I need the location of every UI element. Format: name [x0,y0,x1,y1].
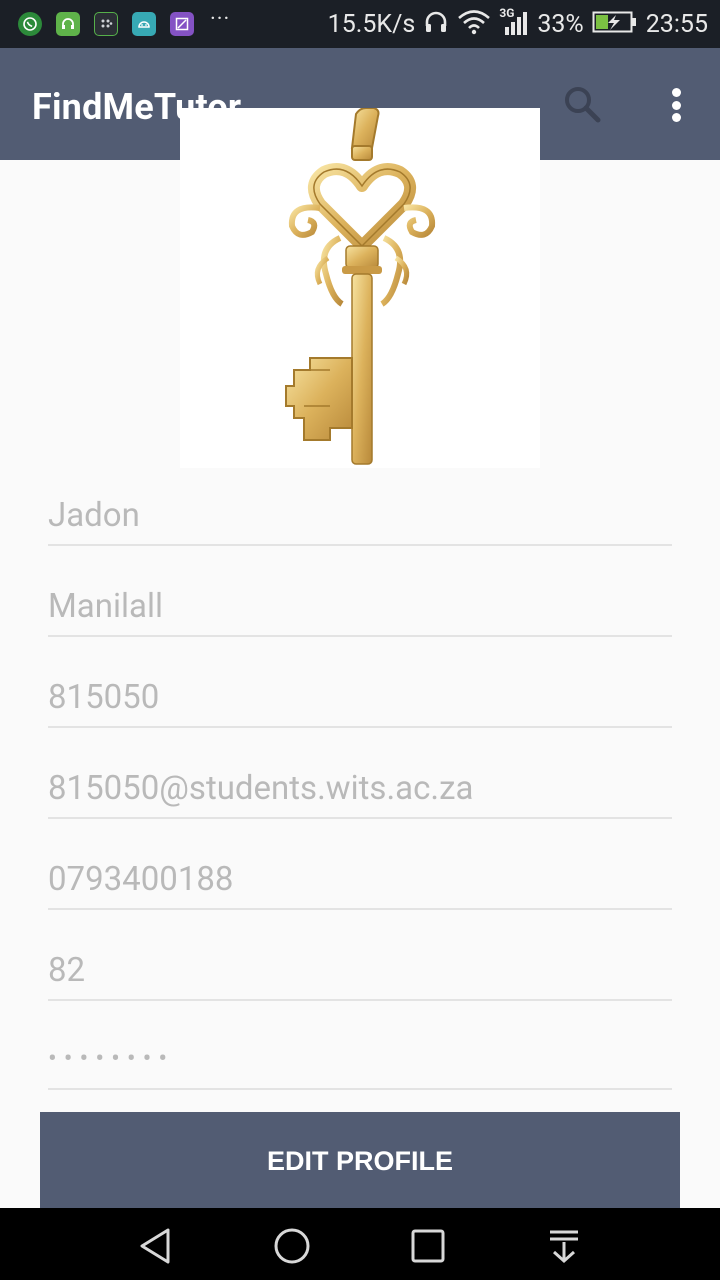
navigation-bar [0,1208,720,1280]
overflow-menu-icon[interactable] [662,84,690,126]
last-name-field[interactable]: Manilall [48,577,672,637]
email-field[interactable]: 815050@students.wits.ac.za [48,759,672,819]
profile-image[interactable] [180,107,540,468]
password-field[interactable]: •••••••• [48,1030,672,1090]
android-app-icon [132,12,156,36]
system-status: 15.5K/s 3G 33% 23:55 [327,7,708,40]
cell-signal-icon: 3G [499,7,529,37]
notification-icons: ··· [18,7,231,36]
gallery-icon [170,12,194,36]
more-notifications-icon: ··· [210,7,231,32]
recents-icon[interactable] [408,1226,448,1266]
clock: 23:55 [645,9,708,39]
key-pendant-image [285,107,436,465]
blackberry-messenger-icon [94,12,118,36]
first-name-field[interactable]: Jadon [48,486,672,546]
headset-app-icon [56,12,80,36]
search-icon[interactable] [562,84,604,126]
phone-field[interactable]: 0793400188 [48,850,672,910]
back-icon[interactable] [136,1226,176,1266]
wifi-icon [457,9,491,40]
battery-charging-icon [592,10,638,39]
notification-pull-icon[interactable] [544,1226,584,1266]
net-speed: 15.5K/s [327,9,416,39]
battery-percent: 33% [537,9,584,39]
status-bar: ··· 15.5K/s 3G 33% 23:55 [0,0,720,48]
student-number-field[interactable]: 815050 [48,668,672,728]
age-field[interactable]: 82 [48,941,672,1001]
headphones-icon [423,9,449,40]
whatsapp-icon [18,12,42,36]
home-icon[interactable] [272,1226,312,1266]
edit-profile-button[interactable]: EDIT PROFILE [40,1112,680,1210]
